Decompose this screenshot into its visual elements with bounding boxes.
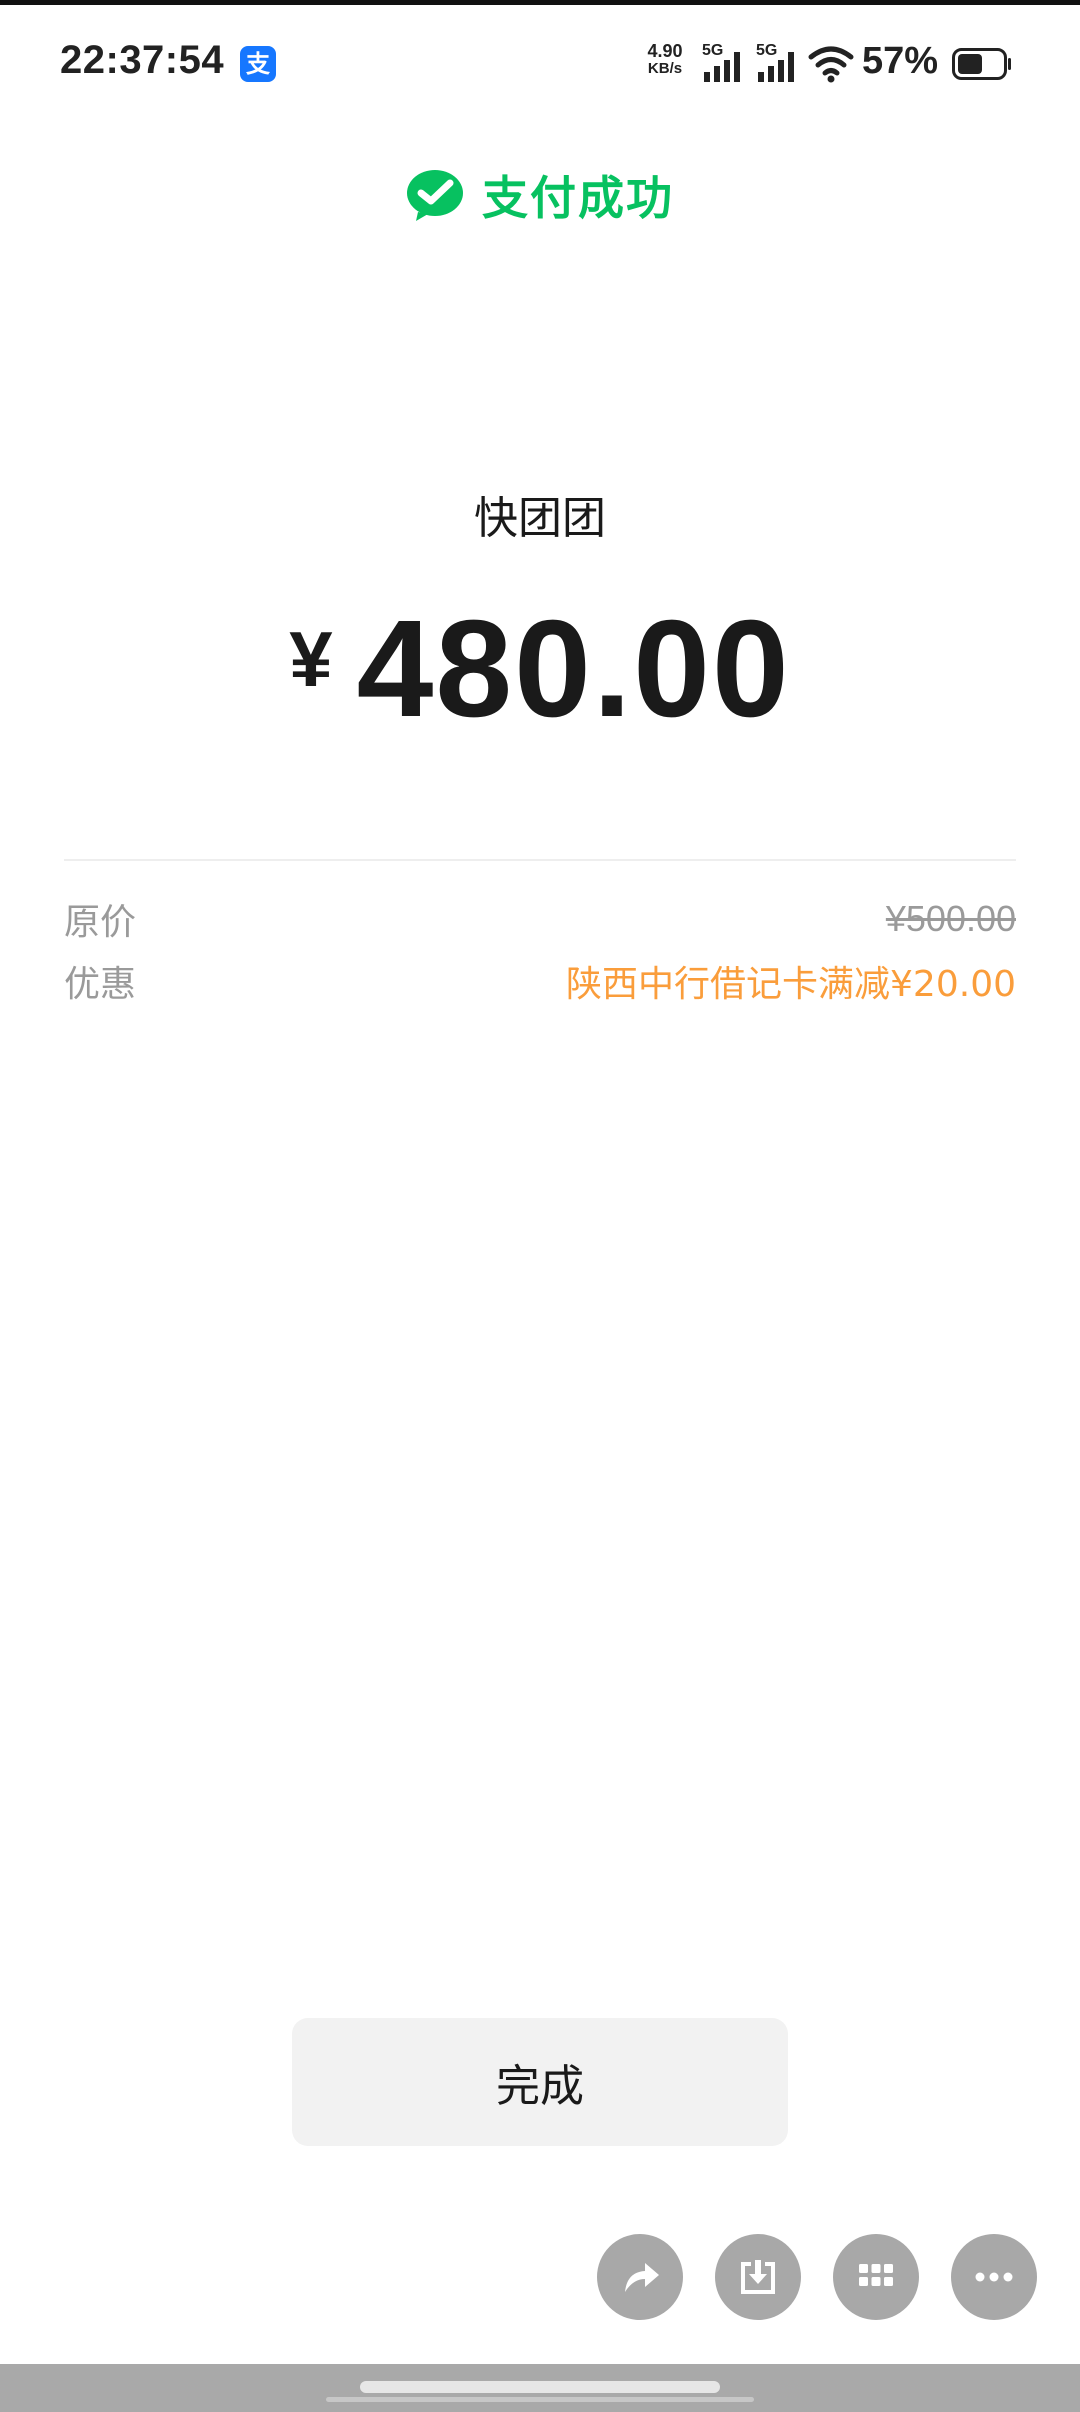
merchant-name: 快团团 <box>474 493 606 544</box>
download-button[interactable] <box>715 2234 801 2320</box>
signal-icon: 5G <box>756 42 808 82</box>
discount-label: 优惠 <box>64 964 137 1005</box>
grid-icon <box>859 2264 893 2286</box>
network-speed: 4.90 KB/s <box>640 42 690 78</box>
system-nav-bar <box>0 2364 1080 2412</box>
done-button[interactable]: 完成 <box>292 2018 788 2146</box>
grid-button[interactable] <box>833 2234 919 2320</box>
success-title: 支付成功 <box>482 171 674 225</box>
original-price-label: 原价 <box>64 902 137 943</box>
status-time: 22:37:54 <box>60 38 225 82</box>
share-button[interactable] <box>597 2234 683 2320</box>
paid-amount: 480.00 <box>356 592 791 746</box>
alipay-notification-icon: 支 <box>240 46 276 82</box>
nav-handle-shadow <box>326 2397 754 2402</box>
home-gesture-handle[interactable] <box>360 2381 720 2393</box>
signal-label: 5G <box>756 42 778 59</box>
more-icon <box>975 2272 1013 2282</box>
signal-label: 5G <box>702 42 724 59</box>
battery-icon <box>952 48 1011 80</box>
original-price-row: 原价 ¥500.00 <box>64 893 1016 945</box>
download-icon <box>741 2260 775 2294</box>
signal-icon: 5G <box>702 42 754 82</box>
wechat-pay-check-icon <box>407 170 463 221</box>
status-bar: 22:37:54 支 4.90 KB/s 5G 5G 57% <box>0 0 1080 120</box>
share-icon <box>625 2263 659 2292</box>
network-speed-unit: KB/s <box>647 60 683 77</box>
network-speed-value: 4.90 <box>647 41 683 61</box>
original-price-value: ¥500.00 <box>885 898 1016 939</box>
amount-display: ¥ 480.00 <box>0 590 1080 749</box>
battery-percent: 57% <box>862 40 939 82</box>
discount-row: 优惠 陕西中行借记卡满减¥20.00 <box>64 955 1016 1007</box>
discount-value: 陕西中行借记卡满减¥20.00 <box>566 964 1016 1005</box>
payment-success-header: 支付成功 <box>0 160 1080 230</box>
currency-symbol: ¥ <box>289 615 333 703</box>
more-button[interactable] <box>951 2234 1037 2320</box>
wifi-icon <box>808 46 854 83</box>
divider <box>64 859 1016 861</box>
